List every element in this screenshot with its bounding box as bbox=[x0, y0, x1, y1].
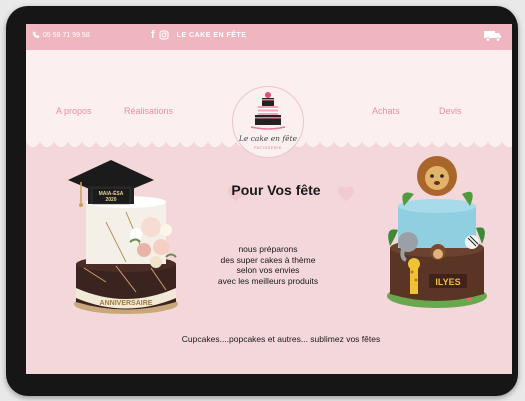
tagline: Cupcakes....popcakes et autres... sublim… bbox=[181, 334, 381, 344]
tablet-frame: 05 59 71 59 58 f LE CAKE EN FÊTE A propo bbox=[6, 6, 518, 396]
facebook-icon[interactable]: f bbox=[151, 29, 155, 41]
description-line: des super cakes à thème bbox=[220, 254, 316, 265]
graduation-cake-image[interactable]: ANNIVERSAIRE MAIA-ÉSA 2020 bbox=[66, 142, 186, 322]
nav-apropos[interactable]: A propos bbox=[56, 106, 92, 116]
hero-description: nous préparons des super cakes à thème s… bbox=[194, 244, 342, 286]
cake-name-text: ILYES bbox=[435, 277, 460, 287]
description-line: avec les meilleurs produits bbox=[217, 275, 319, 286]
brand-name[interactable]: LE CAKE EN FÊTE bbox=[177, 32, 247, 39]
jungle-cake-image[interactable]: ILYES bbox=[384, 146, 490, 318]
website-screen: 05 59 71 59 58 f LE CAKE EN FÊTE A propo bbox=[26, 24, 512, 374]
top-bar: 05 59 71 59 58 f LE CAKE EN FÊTE bbox=[26, 24, 512, 50]
hero-title: Pour Vos fête bbox=[231, 182, 321, 198]
nav-achats[interactable]: Achats bbox=[372, 106, 400, 116]
instagram-icon[interactable] bbox=[159, 30, 169, 40]
truck-icon[interactable] bbox=[484, 30, 502, 42]
logo-script-text: Le cake en fête bbox=[238, 134, 298, 143]
cake-sign-line1: MAIA-ÉSA bbox=[99, 189, 124, 197]
cake-sign-line2: 2020 bbox=[105, 197, 116, 203]
nav-devis[interactable]: Devis bbox=[439, 106, 462, 116]
phone-contact[interactable]: 05 59 71 59 58 bbox=[32, 31, 90, 39]
phone-number: 05 59 71 59 58 bbox=[43, 31, 90, 39]
phone-icon bbox=[32, 31, 40, 39]
logo-subtitle: PATISSERIE bbox=[254, 145, 282, 150]
description-line: selon vos envies bbox=[236, 265, 300, 275]
description-line: nous préparons bbox=[238, 244, 298, 254]
cake-logo-icon bbox=[250, 92, 286, 130]
social-links: f LE CAKE EN FÊTE bbox=[151, 29, 246, 41]
site-logo[interactable]: Le cake en fête PATISSERIE bbox=[232, 86, 304, 158]
nav-realisations[interactable]: Réalisations bbox=[124, 106, 173, 116]
cake-ribbon-text: ANNIVERSAIRE bbox=[100, 300, 153, 307]
